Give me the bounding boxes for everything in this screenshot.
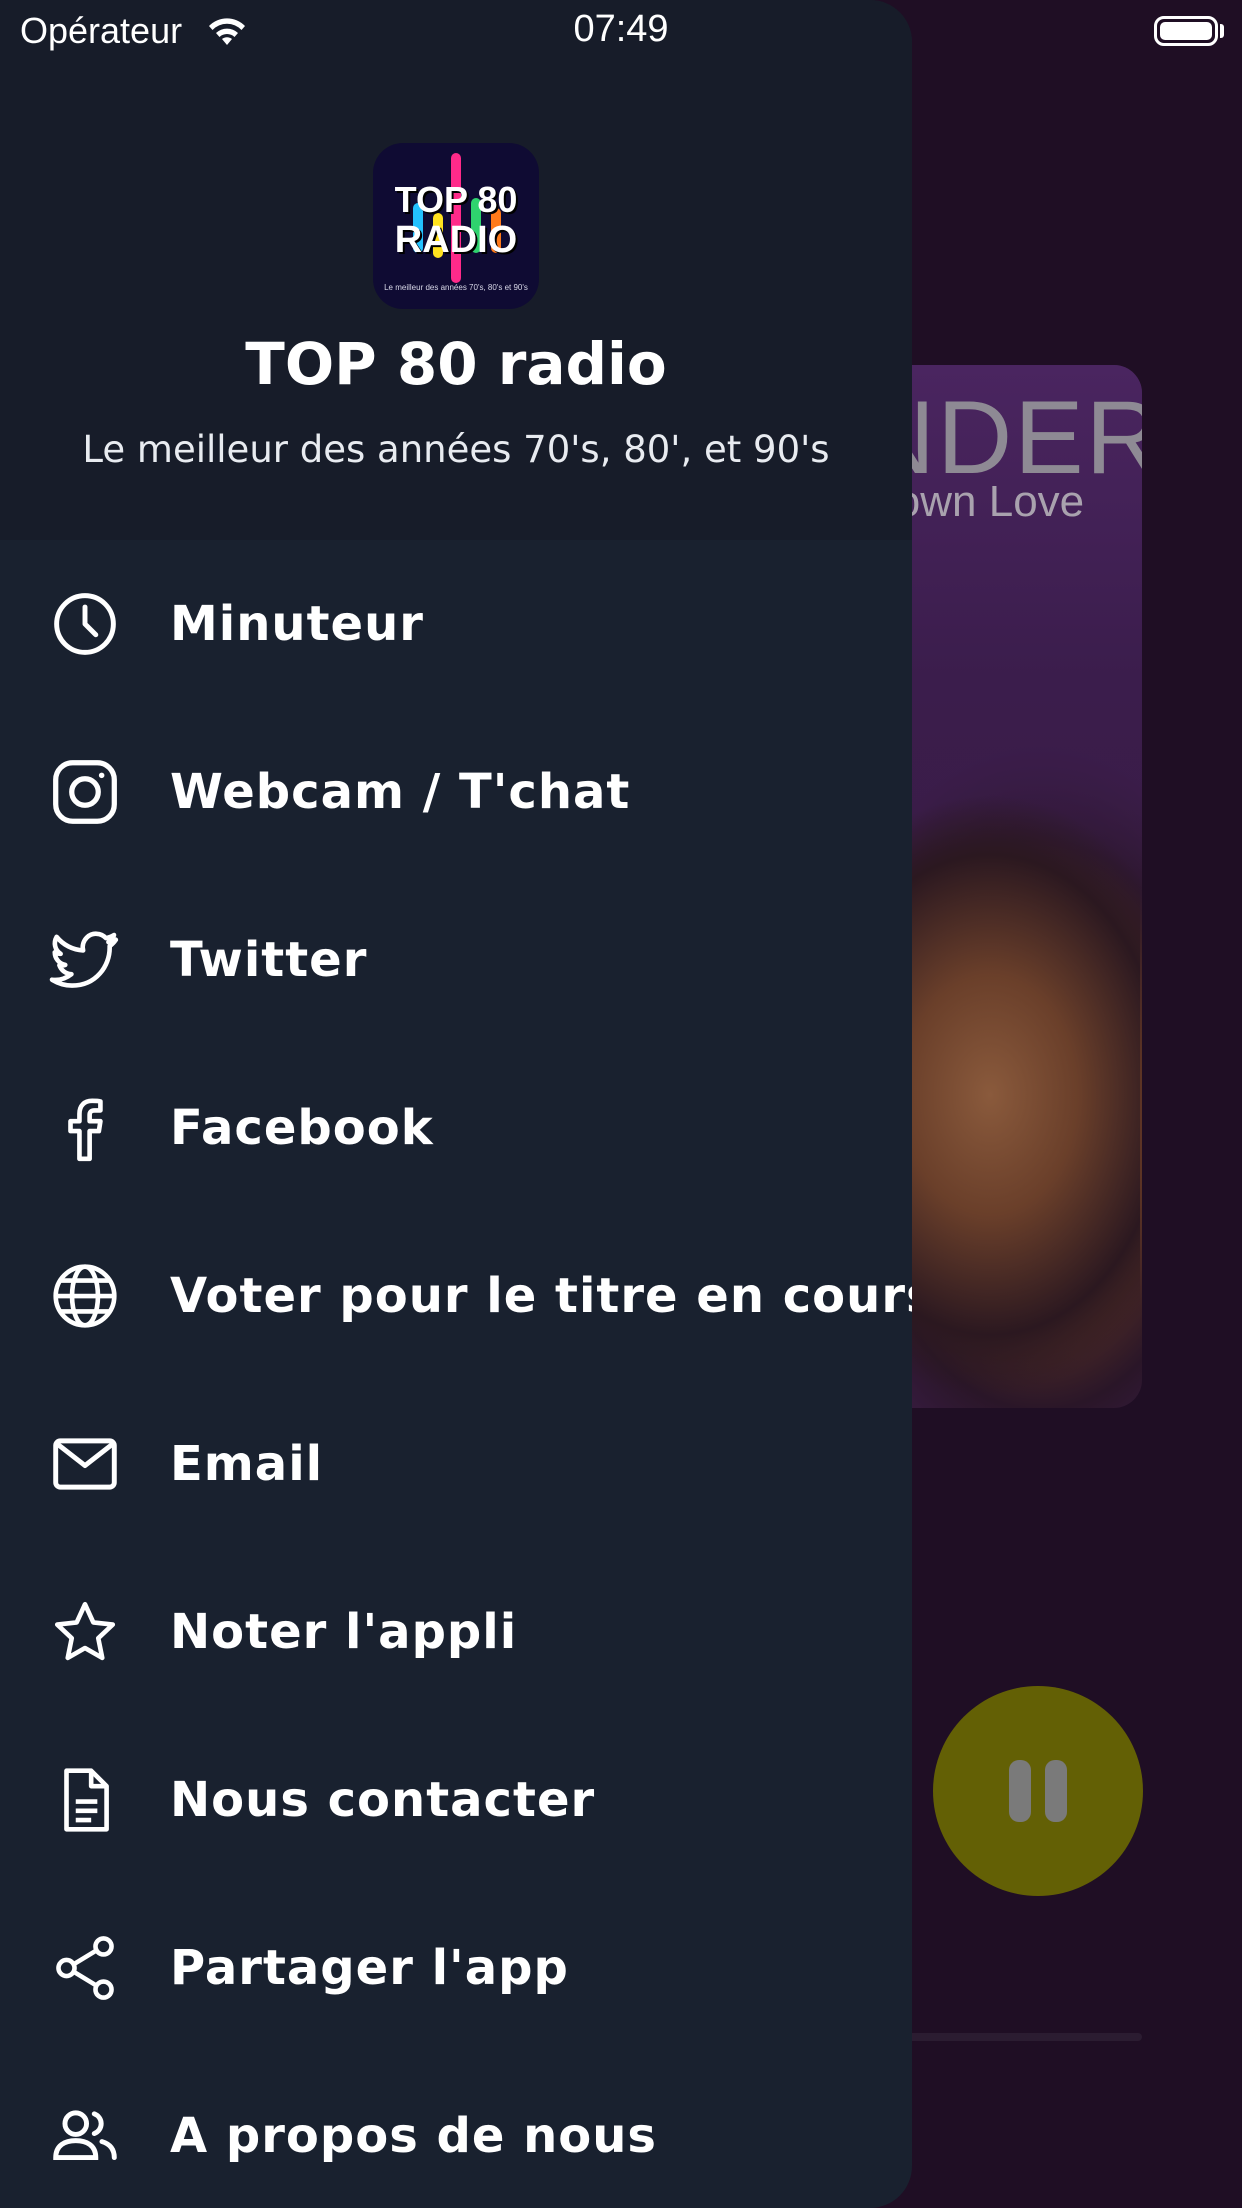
menu-item-label: Facebook	[170, 1100, 434, 1156]
menu-item-label: Email	[170, 1436, 324, 1492]
logo-text-top: TOP 80	[394, 179, 518, 220]
menu-item-label: Minuteur	[170, 596, 424, 652]
pause-button[interactable]	[933, 1686, 1143, 1896]
star-icon	[48, 1595, 122, 1669]
menu-item-about[interactable]: A propos de nous	[0, 2052, 912, 2208]
app-logo: TOP 80 RADIO Le meilleur des années 70's…	[373, 143, 539, 309]
share-icon	[48, 1931, 122, 2005]
pause-icon	[1009, 1760, 1031, 1822]
status-bar: 07:49	[0, 0, 1242, 60]
menu-item-label: A propos de nous	[170, 2108, 657, 2164]
globe-icon	[48, 1259, 122, 1333]
users-icon	[48, 2099, 122, 2173]
menu-item-label: Webcam / T'chat	[170, 764, 631, 820]
navigation-drawer: Opérateur TOP 80 RADIO Le meilleur des a…	[0, 0, 912, 2208]
menu-item-vote[interactable]: Voter pour le titre en cours	[0, 1212, 912, 1380]
app-subtitle: Le meilleur des années 70's, 80', et 90'…	[82, 428, 830, 471]
mail-icon	[48, 1427, 122, 1501]
menu-item-label: Voter pour le titre en cours	[170, 1268, 912, 1324]
menu-item-timer[interactable]: Minuteur	[0, 540, 912, 708]
facebook-icon	[48, 1091, 122, 1165]
logo-text-bottom: RADIO	[394, 219, 518, 261]
twitter-icon	[48, 923, 122, 997]
drawer-header: Opérateur TOP 80 RADIO Le meilleur des a…	[0, 0, 912, 540]
app-title: TOP 80 radio	[245, 330, 667, 398]
menu-item-facebook[interactable]: Facebook	[0, 1044, 912, 1212]
menu-item-rate-app[interactable]: Noter l'appli	[0, 1548, 912, 1716]
pause-icon-bar	[1045, 1760, 1067, 1822]
clock-icon	[48, 587, 122, 661]
menu-item-share[interactable]: Partager l'app	[0, 1884, 912, 2052]
status-time: 07:49	[573, 8, 669, 50]
drawer-menu: Minuteur Webcam / T'chat Twitter Faceboo…	[0, 540, 912, 2208]
instagram-icon	[48, 755, 122, 829]
menu-item-label: Noter l'appli	[170, 1604, 518, 1660]
logo-tagline: Le meilleur des années 70's, 80's et 90'…	[384, 283, 528, 292]
menu-item-webcam[interactable]: Webcam / T'chat	[0, 708, 912, 876]
document-icon	[48, 1763, 122, 1837]
menu-item-twitter[interactable]: Twitter	[0, 876, 912, 1044]
menu-item-email[interactable]: Email	[0, 1380, 912, 1548]
menu-item-label: Twitter	[170, 932, 368, 988]
menu-item-label: Partager l'app	[170, 1940, 569, 1996]
menu-item-label: Nous contacter	[170, 1772, 596, 1828]
menu-item-contact[interactable]: Nous contacter	[0, 1716, 912, 1884]
